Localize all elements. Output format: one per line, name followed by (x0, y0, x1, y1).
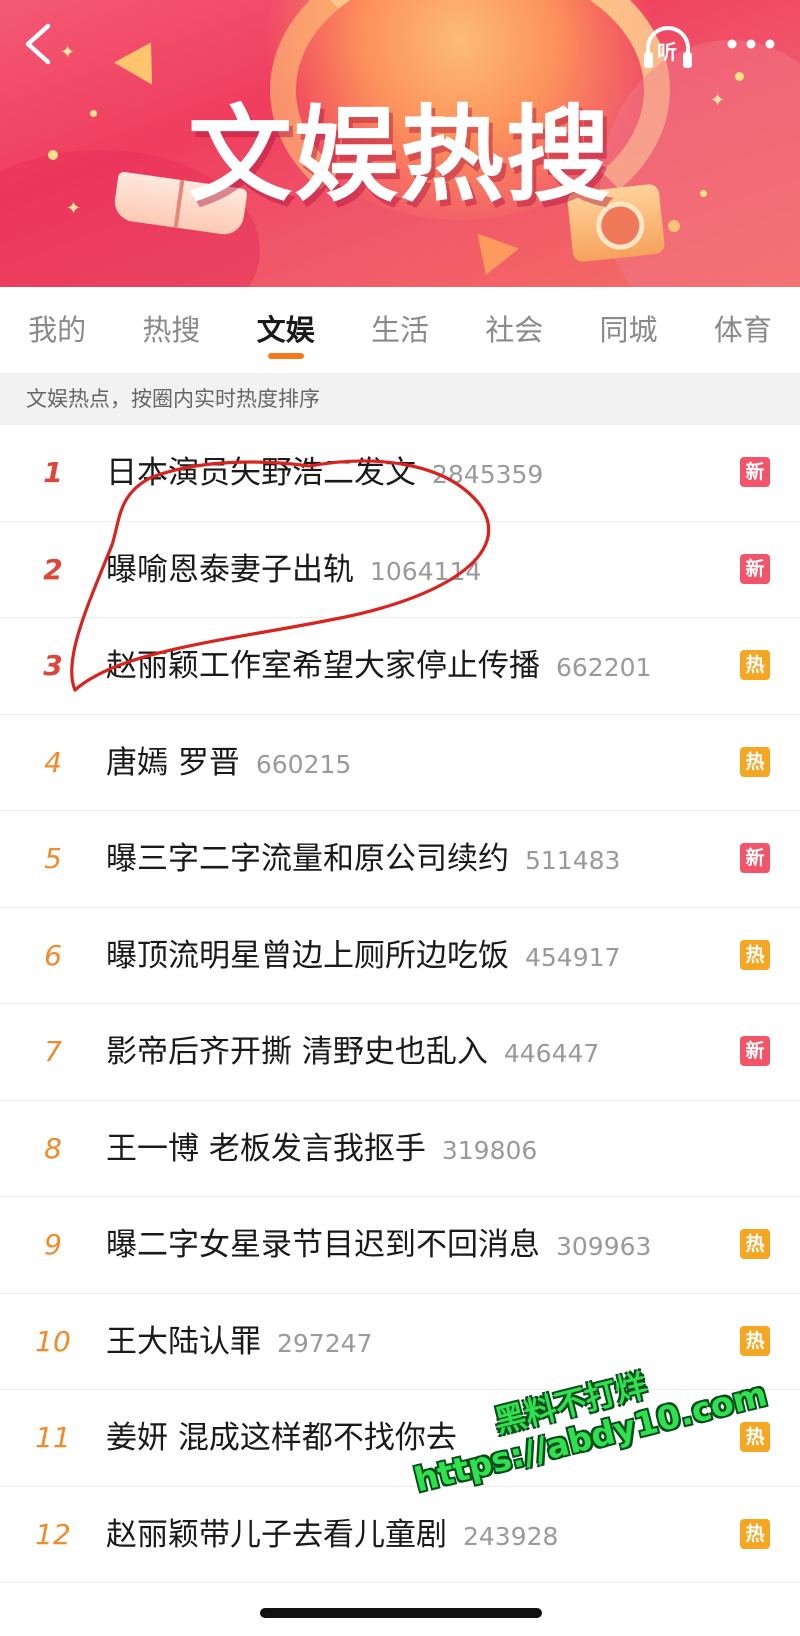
active-tab-indicator (267, 353, 304, 359)
more-dots-icon (727, 39, 775, 49)
rank-number: 4 (44, 745, 62, 779)
listen-label: 听 (657, 40, 677, 64)
heat-count: 2845359 (432, 460, 544, 489)
item-title-text: 赵丽颖工作室希望大家停止传播 (106, 648, 540, 684)
item-title[interactable]: 日本演员矢野浩二发文 2845359 (106, 425, 543, 523)
tab-label: 社会 (485, 313, 544, 347)
tab-label: 热搜 (142, 313, 201, 347)
item-title[interactable]: 曝二字女星录节目迟到不回消息 309963 (106, 1197, 651, 1295)
item-title-text: 影帝后齐开撕 清野史也乱入 (106, 1034, 488, 1070)
status-badge: 热 (740, 650, 770, 680)
category-tabs: 我的 热搜 文娱 生活 社会 同城 体育 (0, 287, 800, 373)
rank-number: 6 (44, 938, 62, 972)
tab-life[interactable]: 生活 (343, 287, 457, 373)
tab-local[interactable]: 同城 (571, 287, 685, 373)
tab-sports[interactable]: 体育 (686, 287, 800, 373)
banner-dot (668, 220, 680, 232)
item-title-text: 唐嫣 罗晋 (106, 744, 240, 781)
heat-count: 319806 (441, 1135, 538, 1165)
item-title-text: 曝喻恩泰妻子出轨 (106, 551, 354, 588)
list-item[interactable]: 1 日本演员矢野浩二发文 2845359 新 (0, 425, 800, 522)
status-badge: 热 (740, 1422, 770, 1452)
item-title[interactable]: 赵丽颖工作室希望大家停止传播 662201 (106, 618, 651, 716)
list-item[interactable]: 7 影帝后齐开撕 清野史也乱入 446447 新 (0, 1004, 800, 1101)
page-title: 文娱热搜 (187, 94, 612, 216)
list-item[interactable]: 4 唐嫣 罗晋 660215 热 (0, 715, 800, 813)
rank-number: 5 (44, 842, 62, 875)
list-item[interactable]: 5 曝三字二字流量和原公司续约 511483 新 (0, 811, 800, 908)
item-title-text: 曝二字女星录节目迟到不回消息 (106, 1227, 540, 1263)
item-title[interactable]: 赵丽颖带儿子去看儿童剧 243928 (106, 1487, 558, 1585)
item-title-text: 王大陆认罪 (106, 1323, 261, 1360)
rank-number: 3 (43, 649, 63, 682)
banner-triangle (465, 233, 519, 283)
list-item[interactable]: 12 赵丽颖带儿子去看儿童剧 243928 热 (0, 1487, 800, 1585)
rank-number: 10 (35, 1324, 71, 1358)
list-item[interactable]: 9 曝二字女星录节目迟到不回消息 309963 热 (0, 1197, 800, 1294)
heat-count: 243928 (463, 1521, 559, 1551)
status-badge: 热 (740, 746, 770, 777)
item-title-text: 曝三字二字流量和原公司续约 (106, 841, 509, 877)
list-item[interactable]: 6 曝顶流明星曾边上厕所边吃饭 454917 热 (0, 908, 800, 1006)
more-options-button[interactable] (722, 26, 780, 66)
item-title[interactable]: 曝顶流明星曾边上厕所边吃饭 454917 (106, 908, 620, 1006)
heat-count: 309963 (556, 1232, 652, 1261)
tab-mine[interactable]: 我的 (0, 287, 114, 373)
chevron-left-icon (25, 23, 51, 65)
tab-label: 文娱 (256, 313, 315, 347)
status-badge: 新 (740, 1036, 770, 1066)
tab-entertainment[interactable]: 文娱 (229, 287, 343, 373)
item-title-text: 王一博 老板发言我抠手 (106, 1130, 426, 1167)
item-title[interactable]: 曝喻恩泰妻子出轨 1064114 (106, 522, 481, 620)
rank-number: 8 (44, 1131, 62, 1165)
status-badge: 热 (740, 1229, 770, 1259)
back-button[interactable] (18, 22, 58, 66)
tab-society[interactable]: 社会 (457, 287, 571, 373)
item-title[interactable]: 王大陆认罪 297247 (106, 1294, 372, 1392)
listen-button[interactable]: 听 (640, 20, 696, 72)
item-title[interactable]: 曝三字二字流量和原公司续约 511483 (106, 811, 620, 909)
rank-number: 7 (44, 1035, 62, 1068)
rank-number: 9 (44, 1228, 62, 1261)
header-banner: ✦ ✦ ✦ 文娱热搜 听 (0, 0, 800, 287)
status-badge: 新 (740, 843, 770, 873)
heat-count: 511483 (525, 846, 621, 875)
rank-number: 2 (43, 552, 63, 586)
item-title[interactable]: 王一博 老板发言我抠手 319806 (106, 1101, 537, 1199)
status-badge: 新 (740, 553, 770, 584)
status-badge: 热 (740, 1518, 770, 1549)
heat-count: 297247 (277, 1328, 373, 1358)
rank-number: 12 (35, 1517, 71, 1551)
sparkle-icon: ✦ (60, 42, 76, 63)
heat-count: 454917 (525, 942, 621, 972)
item-title[interactable]: 唐嫣 罗晋 660215 (106, 715, 351, 813)
home-indicator[interactable] (260, 1608, 542, 1618)
heat-count: 660215 (255, 749, 352, 779)
item-title[interactable]: 影帝后齐开撕 清野史也乱入 446447 (106, 1004, 599, 1102)
heat-count: 1064114 (370, 556, 482, 586)
list-item[interactable]: 3 赵丽颖工作室希望大家停止传播 662201 热 (0, 618, 800, 715)
rank-number: 11 (35, 1421, 71, 1454)
tab-label: 体育 (713, 313, 772, 347)
tab-label: 同城 (599, 313, 658, 347)
list-subtitle: 文娱热点，按圈内实时热度排序 (0, 373, 800, 425)
heat-count: 446447 (503, 1039, 600, 1068)
tab-label: 我的 (28, 313, 87, 347)
tab-hot-search[interactable]: 热搜 (114, 287, 228, 373)
list-item[interactable]: 8 王一博 老板发言我抠手 319806 (0, 1101, 800, 1199)
item-title-text: 赵丽颖带儿子去看儿童剧 (106, 1516, 447, 1553)
rank-number: 1 (43, 456, 63, 489)
status-badge: 新 (740, 457, 770, 487)
list-item[interactable]: 2 曝喻恩泰妻子出轨 1064114 新 (0, 522, 800, 620)
status-badge: 热 (740, 939, 770, 970)
item-title-text: 曝顶流明星曾边上厕所边吃饭 (106, 937, 509, 974)
item-title-text: 日本演员矢野浩二发文 (106, 455, 416, 491)
tab-label: 生活 (370, 313, 429, 347)
heat-count: 662201 (556, 653, 652, 682)
